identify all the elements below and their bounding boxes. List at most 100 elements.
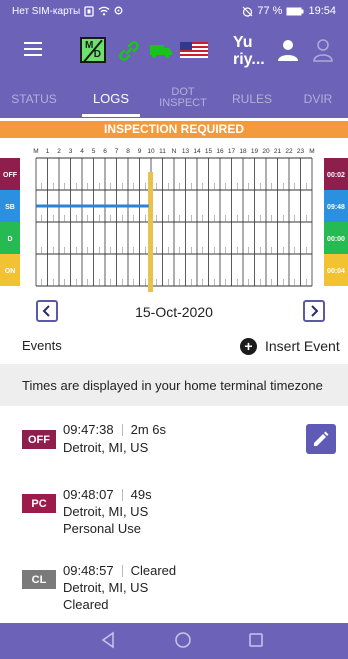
md-icon-d: D bbox=[93, 49, 101, 60]
event-time-row: 09:47:38 2m 6s bbox=[63, 422, 166, 437]
user-name-line2: riy... bbox=[233, 51, 265, 68]
hour-label: 10 bbox=[147, 148, 155, 155]
events-label: Events bbox=[22, 338, 62, 353]
event-time: 09:48:07 bbox=[63, 487, 114, 502]
hour-label: 19 bbox=[251, 148, 259, 155]
hour-label: 21 bbox=[274, 148, 282, 155]
event-duration: 2m 6s bbox=[130, 422, 167, 437]
next-day-button[interactable] bbox=[303, 300, 325, 322]
hour-label: 3 bbox=[69, 148, 73, 155]
tab-logs-label: LOGS bbox=[92, 91, 130, 106]
link-icon[interactable] bbox=[118, 40, 140, 62]
event-time-row: 09:48:57 Cleared bbox=[63, 563, 176, 578]
status-bar: Нет SIM-карты 77 % 19:54 bbox=[0, 0, 348, 22]
hour-label: 15 bbox=[205, 148, 213, 155]
active-tab-indicator bbox=[82, 114, 140, 117]
tab-dot-inspect[interactable]: DOT INSPECT bbox=[152, 87, 214, 109]
hour-label: 6 bbox=[103, 148, 107, 155]
insert-event-button[interactable]: + Insert Event bbox=[240, 335, 340, 357]
home-nav-icon[interactable] bbox=[174, 631, 192, 649]
chevron-right-icon bbox=[311, 305, 319, 317]
pencil-icon bbox=[314, 431, 329, 446]
event-note: Cleared bbox=[63, 597, 109, 612]
separator bbox=[121, 423, 123, 436]
edit-event-button[interactable] bbox=[306, 424, 336, 454]
hour-label: M bbox=[33, 148, 38, 155]
event-status-badge: OFF bbox=[22, 430, 56, 449]
truck-icon[interactable] bbox=[150, 44, 172, 58]
timezone-note: Times are displayed in your home termina… bbox=[0, 364, 348, 406]
hour-label: 8 bbox=[126, 148, 130, 155]
current-date[interactable]: 15-Oct-2020 bbox=[0, 304, 348, 320]
hour-label: 13 bbox=[182, 148, 190, 155]
event-time-row: 09:48:07 49s bbox=[63, 487, 152, 502]
event-time: 09:47:38 bbox=[63, 422, 114, 437]
battery-icon bbox=[286, 7, 304, 15]
clock: 19:54 bbox=[308, 5, 336, 17]
hour-label: 18 bbox=[239, 148, 247, 155]
hour-label: 1 bbox=[46, 148, 50, 155]
event-status-badge: PC bbox=[22, 494, 56, 513]
plus-circle-icon: + bbox=[240, 337, 257, 355]
hour-label: M bbox=[309, 148, 314, 155]
location-icon bbox=[114, 6, 123, 14]
status-total: 00:00 bbox=[327, 236, 345, 243]
date-navigation: 15-Oct-2020 bbox=[0, 298, 348, 326]
carrier-text: Нет SIM-карты bbox=[12, 5, 81, 17]
hour-label: 5 bbox=[92, 148, 96, 155]
event-location: Detroit, MI, US bbox=[63, 580, 149, 595]
event-duration: Cleared bbox=[130, 563, 177, 578]
status-total: 00:04 bbox=[327, 268, 345, 275]
hour-label: 11 bbox=[159, 148, 166, 155]
hour-label: 4 bbox=[80, 148, 84, 155]
separator bbox=[121, 564, 123, 577]
driver-icon[interactable] bbox=[276, 38, 300, 62]
tab-rules[interactable]: RULES bbox=[224, 93, 280, 105]
hour-label: 9 bbox=[138, 148, 142, 155]
tab-dvir-label: DVIR bbox=[303, 92, 333, 106]
event-item[interactable]: OFF 09:47:38 2m 6s Detroit, MI, US bbox=[0, 416, 348, 472]
status-row-label: D bbox=[7, 236, 12, 243]
md-status-icon[interactable]: M D bbox=[80, 37, 106, 63]
current-time-marker bbox=[148, 172, 154, 292]
tab-dvir[interactable]: DVIR bbox=[290, 92, 346, 106]
tab-bar: STATUS LOGS DOT INSPECT RULES DVIR bbox=[0, 80, 348, 118]
status-total: 09:48 bbox=[327, 204, 345, 211]
user-name-line1: Yu bbox=[233, 34, 253, 51]
tab-status[interactable]: STATUS bbox=[6, 92, 62, 106]
events-header: Events + Insert Event bbox=[0, 334, 348, 358]
nfc-icon bbox=[84, 5, 94, 17]
tab-logs[interactable]: LOGS bbox=[82, 91, 140, 106]
status-total: 00:02 bbox=[327, 172, 345, 179]
tab-dot-inspect-line2: INSPECT bbox=[159, 97, 207, 109]
battery-percent: 77 % bbox=[257, 5, 283, 17]
insert-event-label: Insert Event bbox=[265, 338, 340, 354]
separator bbox=[121, 488, 123, 501]
event-duration: 49s bbox=[130, 487, 152, 502]
back-nav-icon[interactable] bbox=[100, 631, 116, 649]
recents-nav-icon[interactable] bbox=[248, 631, 264, 649]
no-alarm-icon bbox=[242, 6, 253, 17]
hour-label: 16 bbox=[216, 148, 224, 155]
hour-label: 20 bbox=[262, 148, 270, 155]
tab-status-label: STATUS bbox=[11, 92, 57, 106]
co-driver-icon[interactable] bbox=[312, 38, 334, 62]
menu-icon[interactable] bbox=[24, 42, 42, 56]
status-right: 77 % 19:54 bbox=[242, 5, 336, 17]
status-row-label: ON bbox=[5, 268, 16, 275]
log-graph[interactable]: M 1 2 3 4 5 6 7 8 9 10 11 N 13 14 15 16 17 18 19 20 21 22 23 MOF… bbox=[0, 142, 348, 292]
wifi-icon bbox=[98, 6, 110, 16]
hour-label: N bbox=[172, 148, 177, 155]
user-name[interactable]: Yu riy... bbox=[233, 34, 265, 68]
inspection-banner[interactable]: INSPECTION REQUIRED bbox=[0, 121, 348, 138]
event-note: Personal Use bbox=[63, 521, 142, 536]
event-status-badge: CL bbox=[22, 570, 56, 589]
hour-label: 2 bbox=[57, 148, 61, 155]
event-item[interactable]: PC 09:48:07 49s Detroit, MI, US Personal… bbox=[0, 484, 348, 546]
hour-label: 22 bbox=[285, 148, 293, 155]
hour-label: 7 bbox=[115, 148, 119, 155]
system-nav-bar bbox=[0, 623, 348, 659]
event-item[interactable]: CL 09:48:57 Cleared Detroit, MI, US Clea… bbox=[0, 560, 348, 620]
hour-label: 17 bbox=[228, 148, 236, 155]
us-flag-icon[interactable] bbox=[180, 42, 208, 58]
